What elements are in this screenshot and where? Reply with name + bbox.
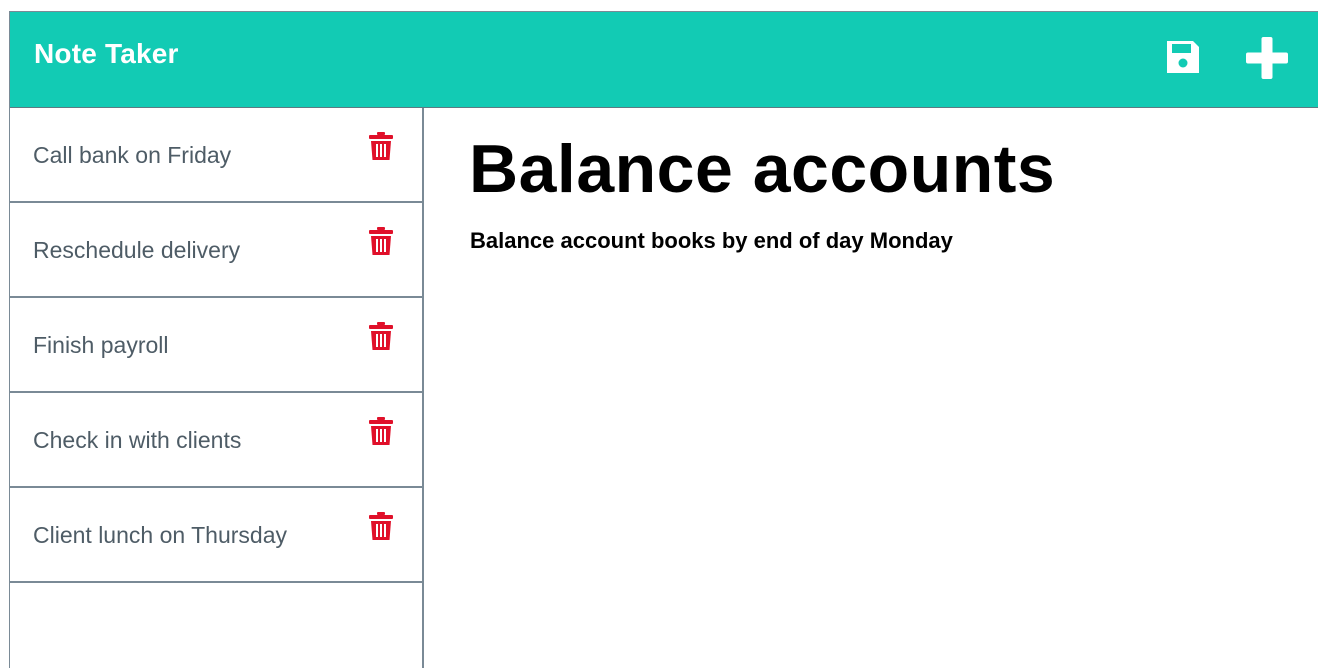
list-item[interactable]: Reschedule delivery	[10, 203, 422, 298]
trash-icon[interactable]	[369, 417, 393, 445]
save-icon[interactable]	[1164, 38, 1202, 76]
note-title[interactable]: Call bank on Friday	[33, 142, 231, 169]
note-title[interactable]: Finish payroll	[33, 332, 169, 359]
trash-icon[interactable]	[369, 322, 393, 350]
note-title[interactable]: Client lunch on Thursday	[33, 522, 287, 549]
note-text-field[interactable]: Balance account books by end of day Mond…	[470, 228, 953, 254]
navbar: Note Taker	[10, 12, 1318, 108]
app-title[interactable]: Note Taker	[34, 38, 179, 70]
trash-icon[interactable]	[369, 512, 393, 540]
note-title-field[interactable]: Balance accounts	[469, 130, 1055, 208]
note-editor: Balance accounts Balance account books b…	[424, 108, 1318, 668]
trash-icon[interactable]	[369, 132, 393, 160]
plus-icon[interactable]	[1246, 37, 1288, 79]
notes-list: Call bank on Friday Reschedule delivery	[10, 108, 424, 668]
note-title[interactable]: Check in with clients	[33, 427, 241, 454]
trash-icon[interactable]	[369, 227, 393, 255]
list-item[interactable]: Call bank on Friday	[10, 108, 422, 203]
list-item[interactable]: Client lunch on Thursday	[10, 488, 422, 583]
app-window: Note Taker Call bank on Friday Reschedul…	[9, 11, 1318, 668]
note-title[interactable]: Reschedule delivery	[33, 237, 240, 264]
list-item[interactable]: Check in with clients	[10, 393, 422, 488]
list-item[interactable]: Finish payroll	[10, 298, 422, 393]
